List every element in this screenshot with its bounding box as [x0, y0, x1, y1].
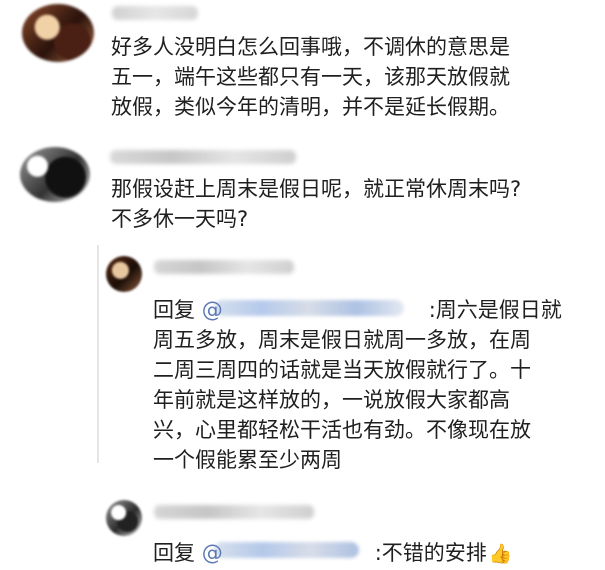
avatar[interactable]: [106, 500, 142, 536]
thread-line: [97, 245, 99, 463]
username-blurred[interactable]: [154, 260, 294, 274]
username-blurred[interactable]: [110, 150, 296, 164]
reply-prefix: 回复: [153, 298, 195, 322]
username-blurred[interactable]: [154, 505, 314, 519]
avatar[interactable]: [22, 4, 94, 62]
mention-link[interactable]: @: [202, 541, 223, 565]
mention-spacer: [223, 316, 429, 317]
reply-text: 回复 @ :不错的安排 👍: [153, 538, 583, 569]
comment-text: 好多人没明白怎么回事哦，不调休的意思是 五一，端午这些都只有一天，该那天放假就 …: [111, 35, 510, 119]
comment-text: 那假设赶上周末是假日呢，就正常休周末吗? 不多休一天吗?: [111, 177, 522, 231]
avatar[interactable]: [106, 256, 142, 292]
username-blurred[interactable]: [112, 6, 198, 20]
reply-body: :不错的安排: [374, 541, 487, 565]
mention-spacer: [223, 559, 375, 560]
reply-prefix: 回复: [153, 541, 195, 565]
reply-text: 回复 @:周六是假日就 周五多放，周末是假日就周一多放，在周 二周三周四的话就是…: [153, 295, 583, 475]
thumbs-up-icon: 👍: [488, 543, 513, 565]
avatar[interactable]: [20, 147, 90, 202]
mention-link[interactable]: @: [202, 298, 223, 322]
reply-body: :周六是假日就 周五多放，周末是假日就周一多放，在周 二周三周四的话就是当天放假…: [153, 298, 562, 472]
